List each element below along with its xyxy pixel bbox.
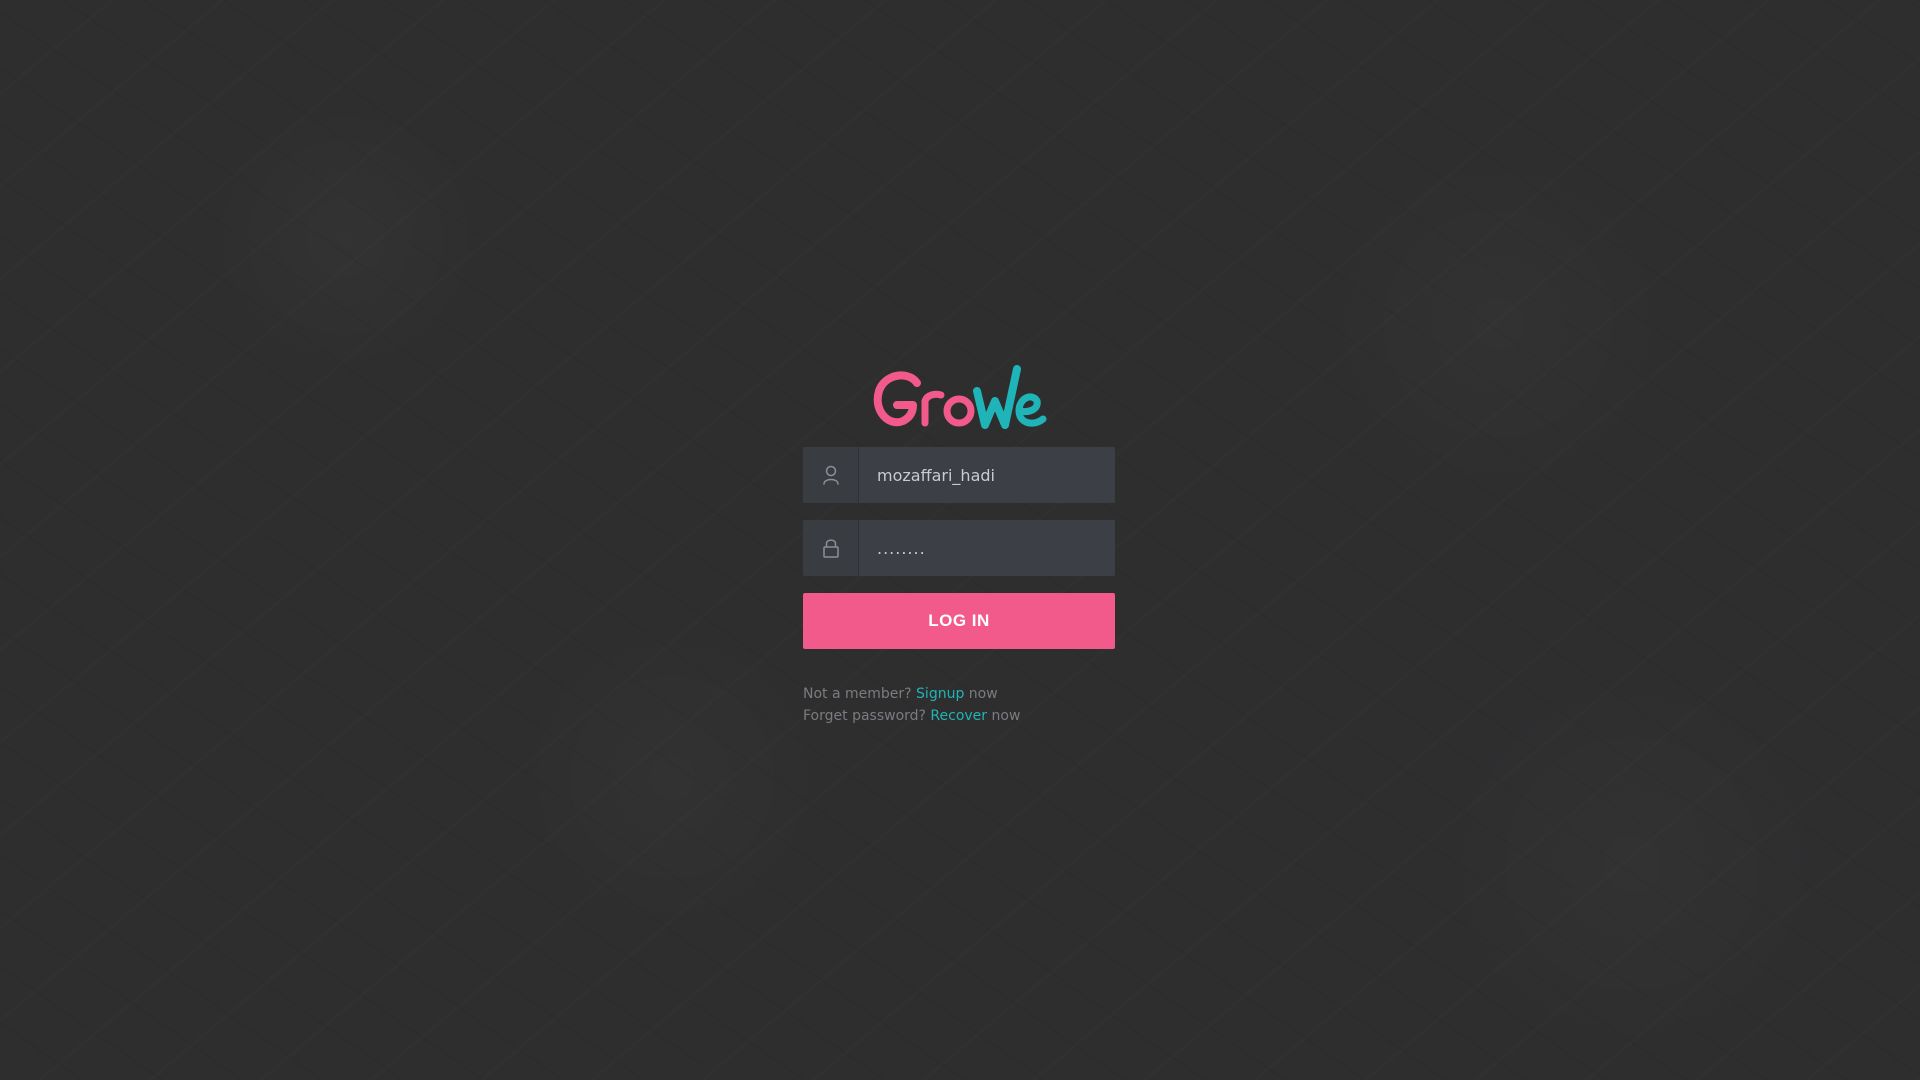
login-button[interactable]: LOG IN	[803, 593, 1115, 649]
recover-link[interactable]: Recover	[930, 708, 987, 724]
recover-prefix: Forget password?	[803, 708, 926, 724]
username-field	[803, 447, 1115, 503]
user-icon	[803, 447, 859, 503]
signup-suffix: now	[968, 686, 998, 702]
growe-logo	[873, 365, 1047, 429]
password-field	[803, 520, 1115, 576]
signup-prefix: Not a member?	[803, 686, 912, 702]
auth-links: Not a member? Signup now Forget password…	[803, 683, 1115, 727]
signup-line: Not a member? Signup now	[803, 683, 1115, 705]
password-input[interactable]	[859, 520, 1115, 576]
recover-suffix: now	[991, 708, 1021, 724]
signup-link[interactable]: Signup	[916, 686, 964, 702]
username-input[interactable]	[859, 447, 1115, 503]
lock-icon	[803, 520, 859, 576]
login-panel: LOG IN Not a member? Signup now Forget p…	[803, 355, 1115, 727]
recover-line: Forget password? Recover now	[803, 705, 1115, 727]
